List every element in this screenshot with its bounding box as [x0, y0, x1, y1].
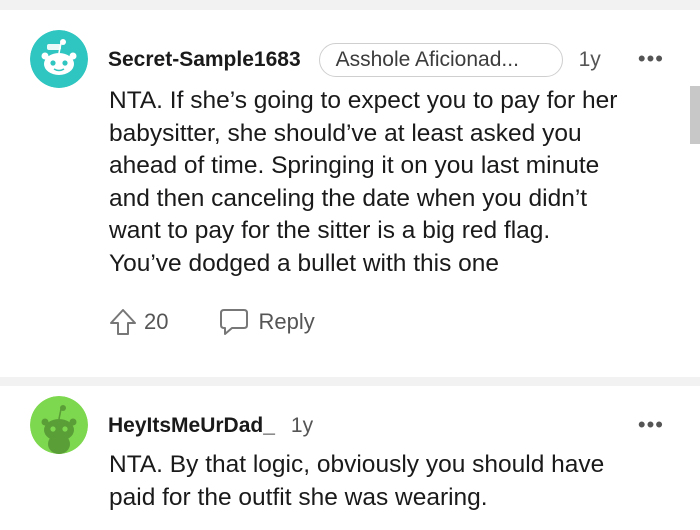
- snoo-avatar-icon: [30, 30, 88, 88]
- reply-bubble-icon: [220, 309, 249, 335]
- more-options-icon[interactable]: •••: [638, 412, 664, 438]
- upvote-button[interactable]: 20: [108, 307, 168, 337]
- divider: [0, 0, 700, 10]
- comment-header: HeyItsMeUrDad_ 1y: [108, 406, 313, 446]
- comment-body-line: babysitter, she should’ve at least asked…: [109, 119, 582, 147]
- reply-button[interactable]: Reply: [218, 307, 315, 337]
- divider: [0, 377, 700, 386]
- comment-body: NTA. If she’s going to expect you to pay…: [109, 85, 679, 280]
- comment-body-line: NTA. By that logic, obviously you should…: [109, 451, 605, 478]
- comment: HeyItsMeUrDad_ 1y ••• NTA. By that logic…: [0, 386, 700, 530]
- comment-age: 1y: [578, 48, 601, 71]
- comment: Secret-Sample1683 Asshole Aficionad... 1…: [0, 10, 700, 377]
- username-link[interactable]: Secret-Sample1683: [108, 48, 301, 72]
- comment-body-line: ahead of time. Springing it on you last …: [109, 152, 600, 179]
- comment-body-line: paid for the outfit she was wearing.: [109, 483, 488, 511]
- upvote-arrow-icon: [110, 309, 136, 335]
- more-options-icon[interactable]: •••: [638, 46, 664, 72]
- comment-body-line: and then canceling the date when you did…: [109, 184, 588, 212]
- comment-thread: Secret-Sample1683 Asshole Aficionad... 1…: [0, 0, 700, 530]
- comment-age: 1y: [290, 414, 314, 437]
- user-flair-badge[interactable]: Asshole Aficionad...: [318, 43, 563, 77]
- upvote-count: 20: [144, 309, 169, 334]
- comment-body-line: You’ve dodged a bullet with this one: [109, 249, 500, 277]
- snoo-avatar-icon: [30, 396, 88, 454]
- comment-actions: 20 Reply: [108, 302, 315, 342]
- user-avatar[interactable]: [30, 396, 88, 454]
- comment-body-line: NTA. If she’s going to expect you to pay…: [109, 87, 618, 114]
- comment-body: NTA. By that logic, obviously you should…: [109, 449, 679, 514]
- comment-body-line: want to pay for the sitter is a big red …: [109, 217, 551, 244]
- comment-header: Secret-Sample1683 Asshole Aficionad... 1…: [108, 40, 601, 80]
- username-link[interactable]: HeyItsMeUrDad_: [108, 414, 275, 438]
- user-avatar[interactable]: [30, 30, 88, 88]
- reply-label: Reply: [258, 309, 315, 334]
